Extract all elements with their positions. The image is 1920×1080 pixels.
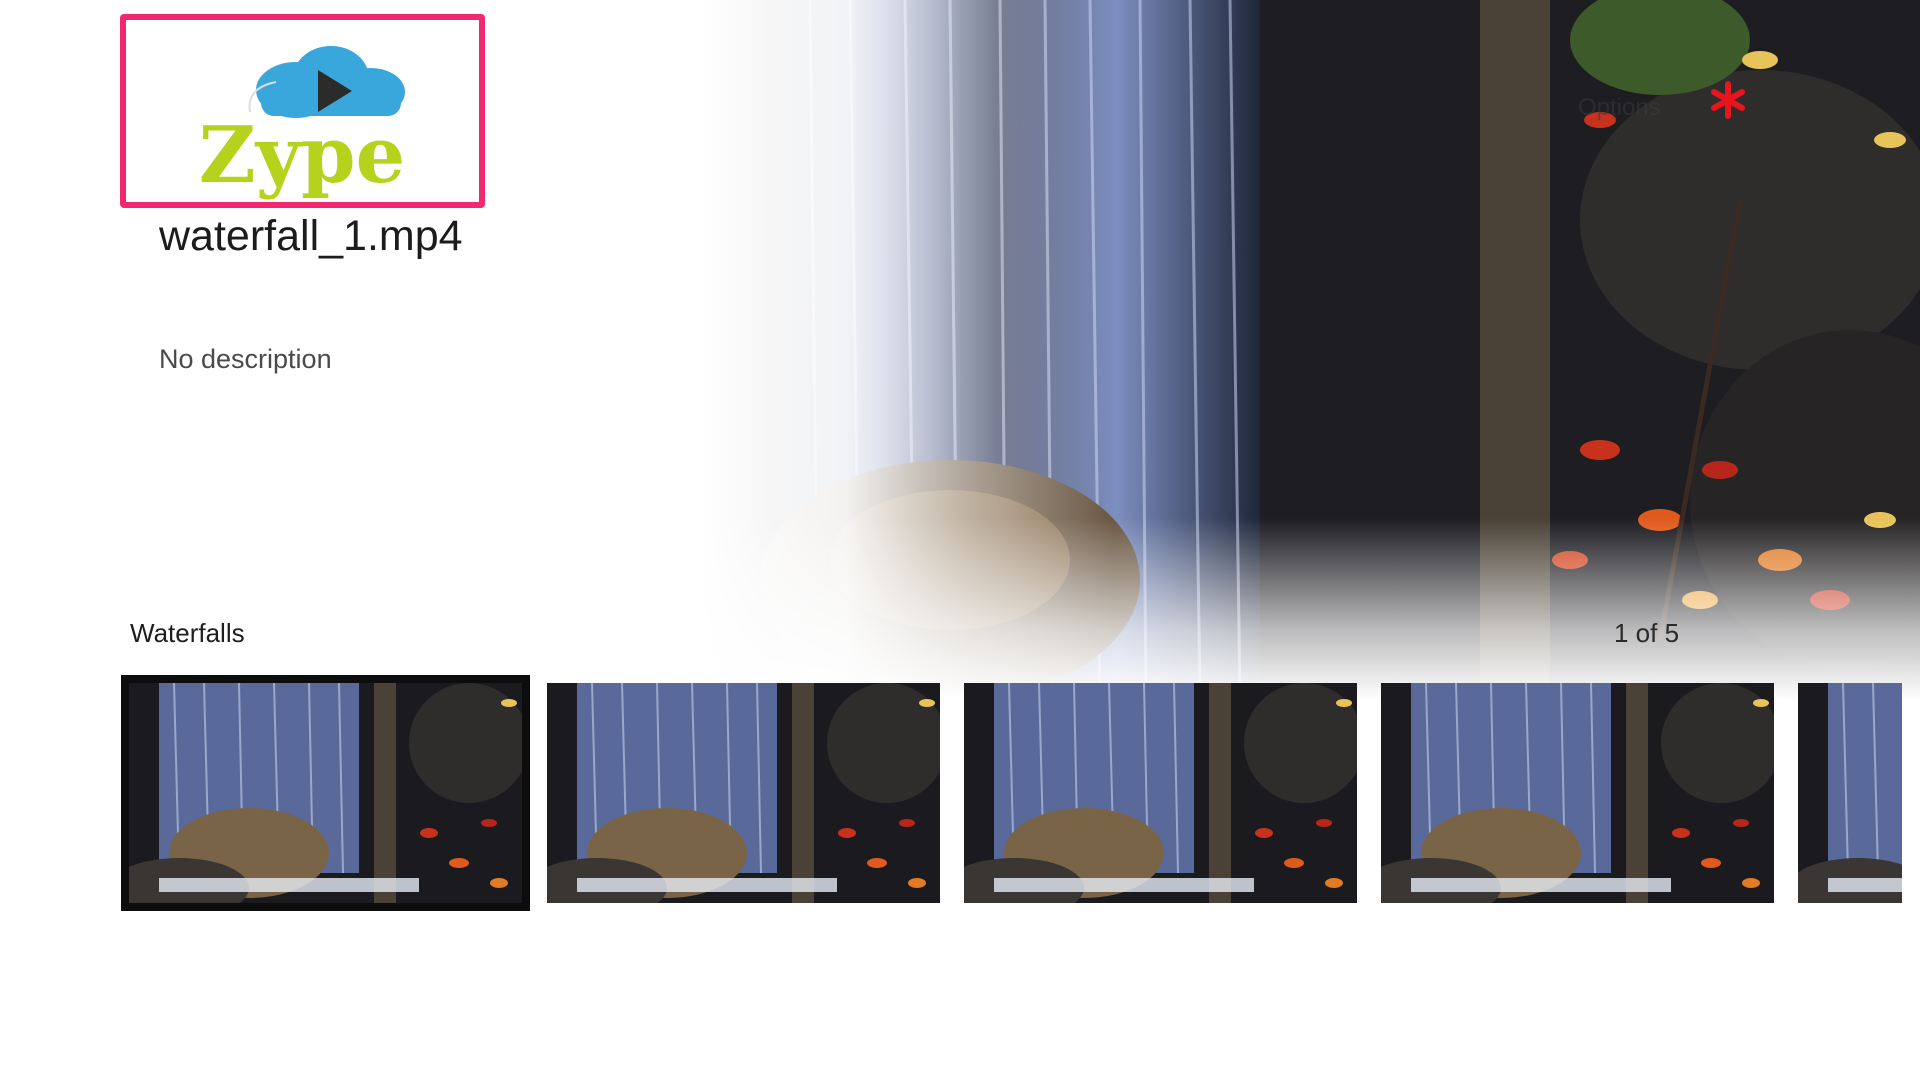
- asterisk-icon: [1711, 81, 1745, 119]
- playlist-title: Waterfalls: [130, 618, 245, 648]
- waterfall-thumbnail-image: [964, 683, 1357, 903]
- logo-wordmark: Zype: [199, 110, 405, 201]
- video-thumbnail-1[interactable]: [121, 675, 530, 911]
- video-thumbnail-3[interactable]: [964, 683, 1357, 903]
- brand-logo-button[interactable]: Zype: [120, 14, 485, 208]
- playlist-counter: 1 of 5: [1614, 618, 1680, 648]
- app-screen: Zype waterfall_1.mp4 No description Opti…: [0, 0, 1920, 1080]
- video-thumbnail-5[interactable]: [1798, 683, 1902, 903]
- video-thumbnail-4[interactable]: [1381, 683, 1774, 903]
- video-thumbnail-2[interactable]: [547, 683, 940, 903]
- waterfall-thumbnail-image: [129, 683, 522, 903]
- waterfall-thumbnail-image: [1381, 683, 1774, 903]
- waterfall-thumbnail-image: [1798, 683, 1902, 903]
- waterfall-thumbnail-image: [547, 683, 940, 903]
- video-description: No description: [159, 344, 332, 374]
- video-title: waterfall_1.mp4: [159, 212, 463, 260]
- zype-logo: Zype: [199, 46, 405, 201]
- options-button[interactable]: Options: [1578, 94, 1661, 122]
